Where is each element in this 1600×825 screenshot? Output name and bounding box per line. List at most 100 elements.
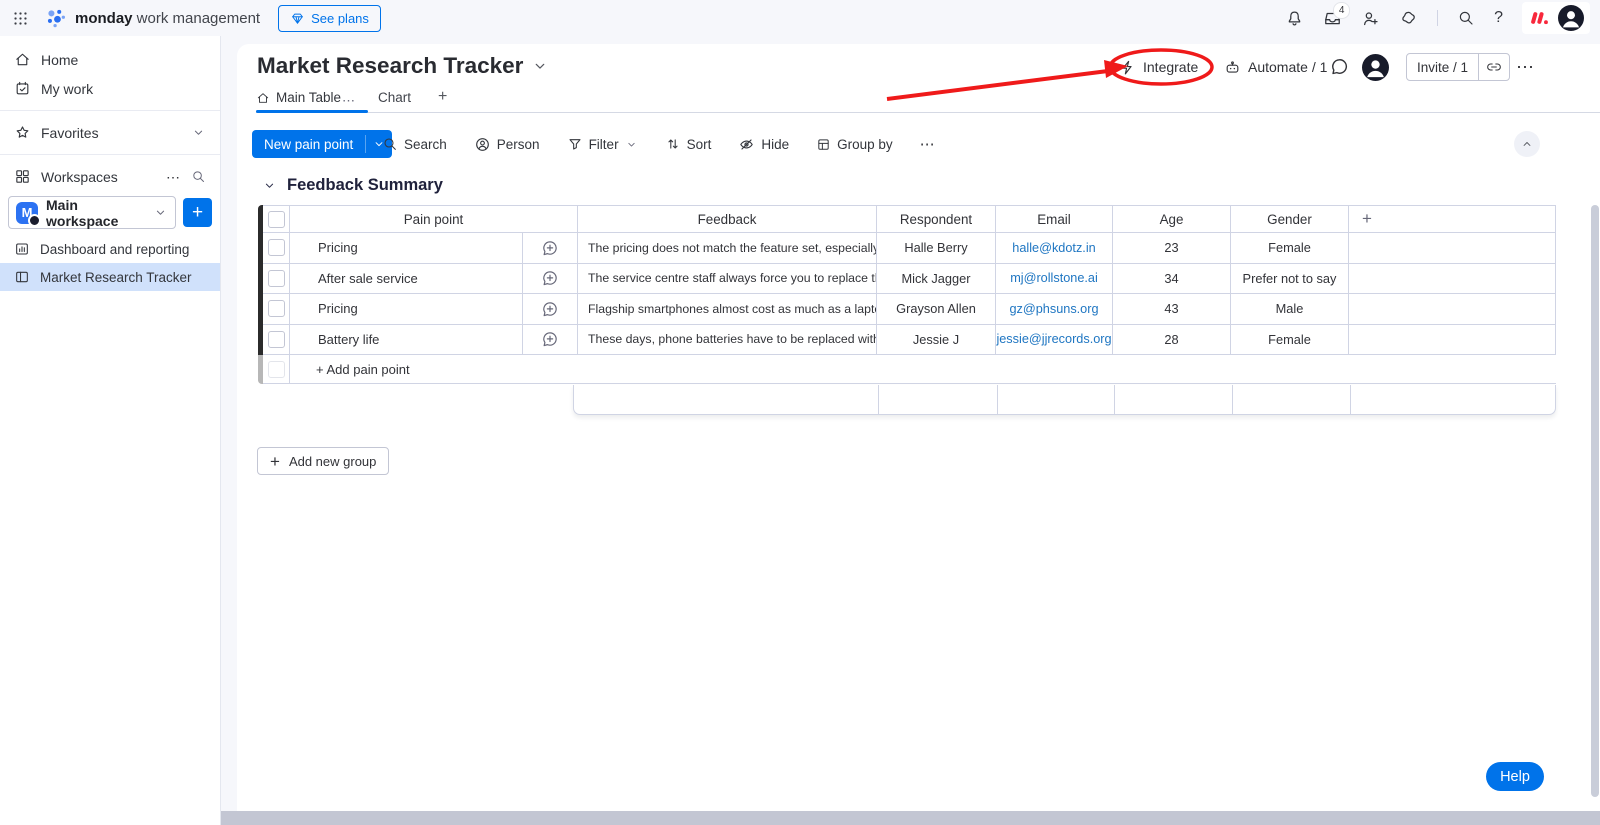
pain-point-cell[interactable]: Battery life bbox=[290, 325, 523, 356]
column-summary-footer bbox=[573, 385, 1556, 415]
apps-marketplace-button[interactable] bbox=[1399, 9, 1418, 28]
row-checkbox[interactable] bbox=[268, 270, 285, 287]
see-plans-button[interactable]: See plans bbox=[278, 5, 381, 32]
invite-members-button[interactable] bbox=[1361, 9, 1380, 28]
horizontal-scrollbar[interactable] bbox=[221, 811, 1600, 825]
board-surface bbox=[237, 44, 1600, 825]
add-new-group-button[interactable]: + Add new group bbox=[257, 447, 389, 475]
feedback-cell[interactable]: The service centre staff always force yo… bbox=[578, 264, 877, 295]
hide-label: Hide bbox=[761, 137, 789, 152]
age-cell[interactable]: 34 bbox=[1113, 264, 1231, 295]
row-checkbox[interactable] bbox=[268, 331, 285, 348]
gender-cell[interactable]: Prefer not to say bbox=[1231, 264, 1349, 295]
respondent-cell[interactable]: Halle Berry bbox=[877, 233, 996, 264]
marketplace-icon bbox=[1399, 9, 1418, 28]
column-header-age[interactable]: Age bbox=[1113, 205, 1231, 233]
tab-main-table[interactable]: Main Table bbox=[256, 90, 341, 105]
respondent-cell[interactable]: Grayson Allen bbox=[877, 294, 996, 325]
help-button[interactable]: Help bbox=[1486, 762, 1544, 791]
person-add-icon bbox=[1361, 9, 1380, 28]
notifications-button[interactable] bbox=[1285, 9, 1304, 28]
empty-cell bbox=[1349, 294, 1556, 325]
email-cell[interactable]: mj@rollstone.ai bbox=[996, 264, 1113, 295]
column-header-gender[interactable]: Gender bbox=[1231, 205, 1349, 233]
group-by-button[interactable]: Group by bbox=[816, 137, 893, 152]
sort-button[interactable]: Sort bbox=[665, 136, 712, 152]
workspaces-menu-button[interactable]: ⋯ bbox=[166, 170, 181, 184]
add-conversation-icon[interactable] bbox=[541, 300, 559, 318]
workspace-selector[interactable]: M Main workspace bbox=[8, 196, 176, 229]
board-menu-button[interactable]: ⋯ bbox=[1516, 58, 1535, 76]
board-owner-avatar[interactable] bbox=[1362, 54, 1389, 81]
invite-button[interactable]: Invite / 1 bbox=[1407, 54, 1478, 80]
respondent-cell[interactable]: Mick Jagger bbox=[877, 264, 996, 295]
toolbar-menu-button[interactable]: ⋯ bbox=[920, 137, 936, 152]
sidebar-divider bbox=[0, 154, 220, 155]
email-cell[interactable]: jessie@jjrecords.org bbox=[996, 325, 1113, 356]
conversation-cell bbox=[523, 325, 578, 356]
feedback-cell[interactable]: These days, phone batteries have to be r… bbox=[578, 325, 877, 356]
row-checkbox[interactable] bbox=[268, 239, 285, 256]
age-cell[interactable]: 23 bbox=[1113, 233, 1231, 264]
app-grid-icon[interactable] bbox=[12, 10, 29, 27]
add-pain-point-button[interactable]: + Add pain point bbox=[290, 355, 1556, 384]
email-cell[interactable]: gz@phsuns.org bbox=[996, 294, 1113, 325]
search-button[interactable]: Search bbox=[382, 136, 447, 152]
respondent-cell[interactable]: Jessie J bbox=[877, 325, 996, 356]
add-conversation-icon[interactable] bbox=[541, 239, 559, 257]
sidebar-item-dashboard[interactable]: Dashboard and reporting bbox=[0, 235, 220, 263]
person-filter-button[interactable]: Person bbox=[474, 136, 540, 153]
feedback-cell[interactable]: The pricing does not match the feature s… bbox=[578, 233, 877, 264]
gender-cell[interactable]: Female bbox=[1231, 233, 1349, 264]
see-plans-label: See plans bbox=[311, 11, 369, 26]
column-header-email[interactable]: Email bbox=[996, 205, 1113, 233]
vertical-scrollbar[interactable] bbox=[1591, 205, 1599, 797]
sidebar-item-market-research-tracker[interactable]: Market Research Tracker bbox=[0, 263, 220, 291]
sidebar-item-favorites[interactable]: Favorites bbox=[0, 118, 220, 147]
user-avatar[interactable] bbox=[1558, 5, 1584, 31]
sidebar-item-home[interactable]: Home bbox=[0, 45, 220, 74]
gender-cell[interactable]: Male bbox=[1231, 294, 1349, 325]
gender-cell[interactable]: Female bbox=[1231, 325, 1349, 356]
collapse-header-button[interactable] bbox=[1514, 131, 1540, 157]
inbox-button[interactable]: 4 bbox=[1323, 9, 1342, 28]
add-workspace-item-button[interactable]: + bbox=[183, 198, 212, 227]
workspace-search-icon[interactable] bbox=[191, 169, 206, 184]
search-everything-button[interactable] bbox=[1457, 9, 1475, 27]
row-checkbox[interactable] bbox=[268, 300, 285, 317]
tab-options-button[interactable]: ⋯ bbox=[342, 94, 356, 107]
chevron-down-icon[interactable] bbox=[191, 125, 206, 140]
board-chat-button[interactable] bbox=[1329, 56, 1350, 77]
bell-icon bbox=[1285, 9, 1304, 28]
add-conversation-icon[interactable] bbox=[541, 269, 559, 287]
integrate-button[interactable]: Integrate bbox=[1119, 52, 1198, 82]
age-cell[interactable]: 28 bbox=[1113, 325, 1231, 356]
chevron-up-icon bbox=[1520, 137, 1534, 151]
add-column-button[interactable]: + bbox=[1349, 205, 1556, 233]
pain-point-cell[interactable]: Pricing bbox=[290, 294, 523, 325]
group-header[interactable]: Feedback Summary bbox=[262, 176, 443, 195]
column-header-pain-point[interactable]: Pain point bbox=[290, 205, 578, 233]
board-title[interactable]: Market Research Tracker bbox=[257, 53, 549, 79]
copy-link-button[interactable] bbox=[1479, 54, 1509, 80]
avatar-person-icon bbox=[1362, 54, 1389, 81]
column-header-feedback[interactable]: Feedback bbox=[578, 205, 877, 233]
monday-logo-icon bbox=[45, 7, 67, 29]
tab-chart[interactable]: Chart bbox=[378, 90, 411, 105]
pain-point-cell[interactable]: After sale service bbox=[290, 264, 523, 295]
pain-point-cell[interactable]: Pricing bbox=[290, 233, 523, 264]
help-menu-button[interactable]: ? bbox=[1494, 9, 1503, 27]
sidebar-item-workspaces[interactable]: Workspaces ⋯ bbox=[0, 162, 220, 191]
email-cell[interactable]: halle@kdotz.in bbox=[996, 233, 1113, 264]
feedback-cell[interactable]: Flagship smartphones almost cost as much… bbox=[578, 294, 877, 325]
hide-button[interactable]: Hide bbox=[738, 136, 789, 153]
add-conversation-icon[interactable] bbox=[541, 330, 559, 348]
age-cell[interactable]: 43 bbox=[1113, 294, 1231, 325]
sidebar-item-my-work[interactable]: My work bbox=[0, 74, 220, 103]
select-all-checkbox[interactable] bbox=[268, 211, 285, 228]
automate-button[interactable]: Automate / 1 bbox=[1224, 52, 1327, 82]
add-view-button[interactable]: + bbox=[438, 88, 447, 106]
new-pain-point-button[interactable]: New pain point bbox=[252, 130, 392, 158]
filter-button[interactable]: Filter bbox=[567, 136, 638, 152]
column-header-respondent[interactable]: Respondent bbox=[877, 205, 996, 233]
